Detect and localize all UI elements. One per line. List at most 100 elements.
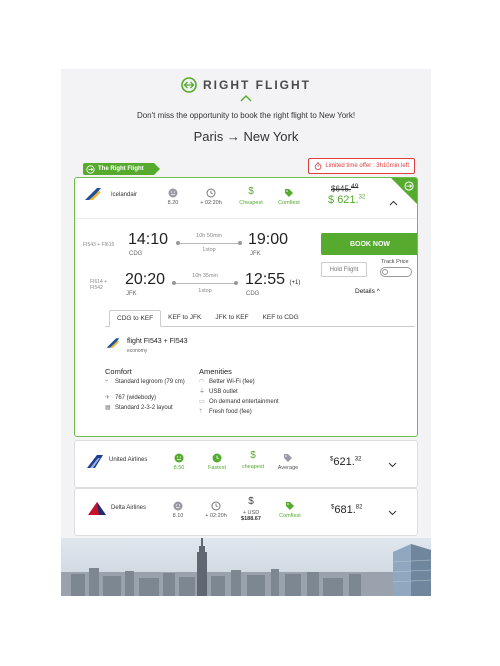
fork-knife-icon: ᛘ bbox=[199, 409, 203, 415]
plane-circle-icon bbox=[86, 164, 95, 174]
offer-label: Limited time offer : 3h10min left bbox=[325, 163, 409, 169]
segment-class: economy bbox=[127, 348, 148, 354]
comfort-stat: Average bbox=[268, 453, 308, 471]
airline-name: United Airlines bbox=[109, 457, 148, 463]
inbound-departure-time: 20:20 bbox=[125, 271, 166, 288]
tab-kef-cdg[interactable]: KEF to CDG bbox=[256, 310, 306, 327]
plane-circle-icon bbox=[181, 77, 197, 93]
cheapest-label: cheapest bbox=[241, 464, 265, 470]
comfort-heading: Comfort bbox=[105, 367, 132, 376]
comfort-stat: Comfiest bbox=[270, 501, 310, 519]
book-now-button[interactable]: BOOK NOW bbox=[321, 233, 417, 255]
smiley-icon bbox=[174, 453, 184, 463]
dollar-icon: $ bbox=[248, 496, 254, 507]
fastest-label: Fastest bbox=[207, 465, 227, 471]
comfort-item: ▦ Standard 2-3-2 layout bbox=[105, 405, 173, 411]
airline-name: Delta Airlines bbox=[111, 505, 147, 511]
rating-stat: 8.50 bbox=[159, 453, 199, 471]
plane-circle-icon bbox=[404, 181, 414, 191]
cheapest-label: Cheapest bbox=[239, 200, 263, 206]
grid-icon: ▦ bbox=[105, 405, 111, 411]
rating-value: 8.10 bbox=[172, 513, 184, 519]
rating-value: 8.20 bbox=[167, 200, 179, 206]
usb-icon: ⏚ bbox=[199, 389, 206, 395]
limited-offer-badge: Limited time offer : 3h10min left bbox=[308, 158, 415, 174]
smiley-icon bbox=[168, 188, 178, 198]
outbound-stops: 1stop bbox=[202, 247, 216, 253]
segment-title: flight FI543 + FI543 bbox=[127, 338, 188, 345]
rating-stat: 8.10 bbox=[158, 501, 198, 519]
old-price: $645.49 bbox=[331, 183, 359, 194]
comfort-label: Comfiest bbox=[279, 513, 301, 519]
outbound-departure-code: CDG bbox=[129, 251, 143, 257]
chevron-down-icon[interactable] bbox=[388, 510, 397, 516]
duration-extra: + 02:20h bbox=[205, 513, 227, 519]
delta-flight-card[interactable]: Delta Airlines 8.10 + 02:20h $ + USD $18… bbox=[74, 488, 418, 536]
tag-icon bbox=[286, 502, 294, 510]
duration-extra: + 02:20h bbox=[200, 200, 222, 206]
inbound-route-line bbox=[172, 281, 238, 285]
price-difference-stat: $ + USD $188.67 bbox=[231, 496, 271, 523]
united-price: $621.32 bbox=[330, 456, 362, 468]
amenities-heading: Amenities bbox=[199, 367, 232, 376]
comfort-item: ⑂ Standard legroom (79 cm) bbox=[105, 379, 185, 385]
tab-kef-jfk[interactable]: KEF to JFK bbox=[161, 310, 208, 327]
route-title: Paris → New York bbox=[193, 129, 299, 144]
airline-name: Icelandair bbox=[111, 192, 138, 198]
clock-icon bbox=[206, 188, 216, 198]
comfort-item: ✈ 767 (widebody) bbox=[105, 395, 157, 401]
duration-stat: + 02:20h bbox=[191, 188, 231, 206]
delta-logo-icon bbox=[88, 502, 106, 515]
inbound-arrival-code: CDG bbox=[246, 291, 260, 297]
details-toggle[interactable]: Details ^ bbox=[355, 288, 380, 295]
segment-tabs: CDG to KEF KEF to JFK JFK to KEF KEF to … bbox=[109, 310, 306, 327]
divider bbox=[75, 218, 417, 219]
hold-flight-button[interactable]: Hold Flight bbox=[321, 262, 367, 277]
featured-price: $ 621.32 bbox=[328, 194, 366, 206]
wifi-icon: ◠ bbox=[199, 379, 205, 385]
icelandair-logo-icon bbox=[106, 338, 120, 348]
fastest-stat: Fastest bbox=[197, 453, 237, 471]
inbound-departure-code: JFK bbox=[126, 291, 137, 297]
inbound-stops: 1stop bbox=[198, 288, 212, 294]
dollar-icon: $ bbox=[248, 186, 254, 197]
chevron-up-icon bbox=[240, 95, 252, 102]
track-price-toggle[interactable] bbox=[380, 267, 412, 277]
track-price-label: Track Price bbox=[381, 259, 409, 265]
outbound-departure-time: 14:10 bbox=[128, 231, 169, 248]
outbound-flight-number: FI543 + FI615 bbox=[83, 242, 115, 248]
promo-message: Don't miss the opportunity to book the r… bbox=[136, 111, 356, 120]
duration-stat: + 02:20h bbox=[196, 501, 236, 519]
amenity-item: ▭ On demand entertainment bbox=[199, 399, 279, 405]
comfort-stat: Comfiest bbox=[269, 188, 309, 206]
inbound-arrival-time: 12:55 (+1) bbox=[245, 271, 301, 288]
chevron-up-icon[interactable] bbox=[389, 200, 398, 206]
plane-icon: ✈ bbox=[105, 395, 111, 401]
smiley-icon bbox=[173, 501, 183, 511]
tab-cdg-kef[interactable]: CDG to KEF bbox=[109, 310, 162, 327]
clock-icon bbox=[211, 501, 221, 511]
tag-label: The Right Flight bbox=[98, 166, 144, 172]
right-flight-tag: The Right Flight bbox=[83, 163, 160, 175]
tag-icon bbox=[285, 189, 293, 197]
united-flight-card[interactable]: United Airlines 8.50 Fastest $ cheapest … bbox=[74, 440, 418, 488]
new-york-skyline-image bbox=[61, 538, 431, 596]
chevron-up-icon: ^ bbox=[376, 288, 380, 295]
dollar-icon: $ bbox=[250, 450, 256, 461]
usd-value: $188.67 bbox=[241, 516, 261, 522]
stopwatch-icon bbox=[315, 162, 322, 170]
inbound-duration: 10h 35min bbox=[192, 273, 218, 279]
inbound-flight-number: FI614 + FI542 bbox=[90, 279, 108, 291]
tab-jfk-kef[interactable]: JFK to KEF bbox=[208, 310, 255, 327]
outbound-arrival-time: 19:00 bbox=[248, 231, 289, 248]
chevron-down-icon[interactable] bbox=[388, 462, 397, 468]
brand-logo: RIGHT FLIGHT bbox=[61, 77, 431, 93]
cheapest-stat: $ cheapest bbox=[233, 450, 273, 471]
amenity-item: ᛘ Fresh food (fee) bbox=[199, 409, 252, 415]
outbound-arrival-code: JFK bbox=[250, 251, 261, 257]
amenity-item: ◠ Better Wi-Fi (fee) bbox=[199, 379, 255, 385]
seat-icon: ⑂ bbox=[105, 379, 109, 385]
outbound-route-line bbox=[176, 241, 242, 245]
average-label: Average bbox=[277, 465, 299, 471]
tag-icon bbox=[284, 454, 292, 462]
